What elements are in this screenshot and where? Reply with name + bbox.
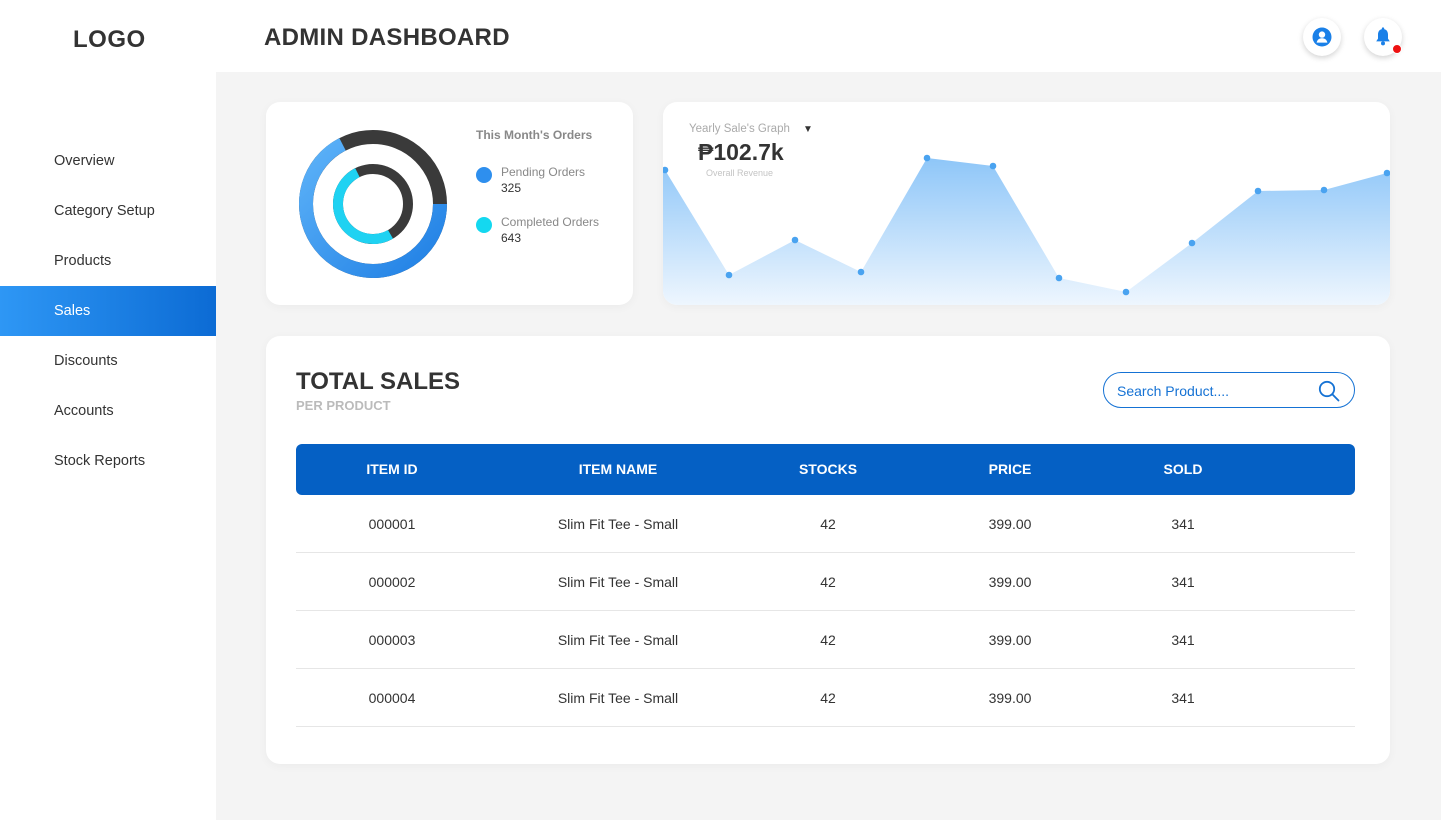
sidebar-item-sales[interactable]: Sales: [0, 286, 216, 336]
cell-price: 399.00: [988, 690, 1032, 706]
sidebar-item-accounts[interactable]: Accounts: [0, 386, 216, 436]
completed-dot-icon: [476, 217, 492, 233]
sales-area: [663, 158, 1390, 305]
table-row[interactable]: 000004 Slim Fit Tee - Small 42 399.00 34…: [296, 669, 1355, 727]
notifications-button[interactable]: [1364, 18, 1402, 56]
orders-donut-chart: [299, 130, 447, 278]
search-product-input[interactable]: [1117, 381, 1307, 401]
cell-price: 399.00: [988, 516, 1032, 532]
column-price[interactable]: PRICE: [989, 444, 1032, 495]
completed-label: Completed Orders: [501, 215, 600, 229]
graph-title: Yearly Sale's Graph: [689, 123, 790, 135]
total-sales-subtitle: PER PRODUCT: [296, 398, 391, 413]
overall-revenue-value: ₱102.7k: [698, 139, 784, 165]
cell-stocks: 42: [820, 516, 836, 532]
cell-sold: 341: [1171, 574, 1195, 590]
cell-sold: 341: [1171, 690, 1195, 706]
table-row[interactable]: 000001 Slim Fit Tee - Small 42 399.00 34…: [296, 495, 1355, 553]
bell-icon: [1376, 27, 1390, 46]
page-title: ADMIN DASHBOARD: [264, 24, 510, 51]
cell-stocks: 42: [820, 632, 836, 648]
sidebar-item-discounts[interactable]: Discounts: [0, 336, 216, 386]
table-row[interactable]: 000003 Slim Fit Tee - Small 42 399.00 34…: [296, 611, 1355, 669]
total-sales-title: TOTAL SALES: [296, 368, 461, 395]
search-product-box: [1103, 372, 1355, 408]
cell-item-id: 000001: [368, 516, 416, 532]
pending-label: Pending Orders: [501, 165, 586, 179]
top-bar: LOGO ADMIN DASHBOARD: [0, 0, 1441, 72]
table-header: ITEM ID ITEM NAME STOCKS PRICE SOLD: [296, 444, 1355, 495]
cell-item-id: 000004: [368, 690, 416, 706]
cell-sold: 341: [1171, 516, 1195, 532]
sidebar: Overview Category Setup Products Sales D…: [0, 72, 216, 820]
notification-dot: [1392, 44, 1402, 54]
column-item-name[interactable]: ITEM NAME: [579, 444, 658, 495]
search-icon[interactable]: [1318, 380, 1340, 402]
completed-value: 643: [501, 231, 522, 245]
column-sold[interactable]: SOLD: [1164, 444, 1203, 495]
cell-item-name: Slim Fit Tee - Small: [557, 516, 679, 532]
sidebar-item-category-setup[interactable]: Category Setup: [0, 186, 216, 236]
cell-item-name: Slim Fit Tee - Small: [557, 632, 679, 648]
cell-item-name: Slim Fit Tee - Small: [557, 574, 679, 590]
orders-title: This Month's Orders: [476, 128, 593, 142]
cell-stocks: 42: [820, 574, 836, 590]
profile-button[interactable]: [1303, 18, 1341, 56]
total-sales-card: TOTAL SALES PER PRODUCT ITEM ID ITEM NAM…: [266, 336, 1390, 764]
sidebar-item-overview[interactable]: Overview: [0, 136, 216, 186]
cell-item-name: Slim Fit Tee - Small: [557, 690, 679, 706]
column-item-id[interactable]: ITEM ID: [366, 444, 417, 495]
pending-value: 325: [501, 181, 522, 195]
sidebar-item-products[interactable]: Products: [0, 236, 216, 286]
overall-revenue-label: Overall Revenue: [706, 168, 774, 178]
orders-card: This Month's Orders Pending Orders 325 C…: [266, 102, 633, 305]
cell-price: 399.00: [988, 574, 1032, 590]
user-icon: [1312, 27, 1332, 47]
column-stocks[interactable]: STOCKS: [799, 444, 857, 495]
pending-dot-icon: [476, 167, 492, 183]
cell-item-id: 000002: [368, 574, 416, 590]
cell-item-id: 000003: [368, 632, 416, 648]
cell-price: 399.00: [988, 632, 1032, 648]
sidebar-item-stock-reports[interactable]: Stock Reports: [0, 436, 216, 486]
cell-stocks: 42: [820, 690, 836, 706]
graph-dropdown-icon[interactable]: ▼: [803, 124, 813, 135]
logo[interactable]: LOGO: [73, 26, 146, 54]
table-row[interactable]: 000002 Slim Fit Tee - Small 42 399.00 34…: [296, 553, 1355, 611]
yearly-sales-card: Yearly Sale's Graph ▼ ₱102.7k Overall Re…: [663, 102, 1390, 305]
cell-sold: 341: [1171, 632, 1195, 648]
